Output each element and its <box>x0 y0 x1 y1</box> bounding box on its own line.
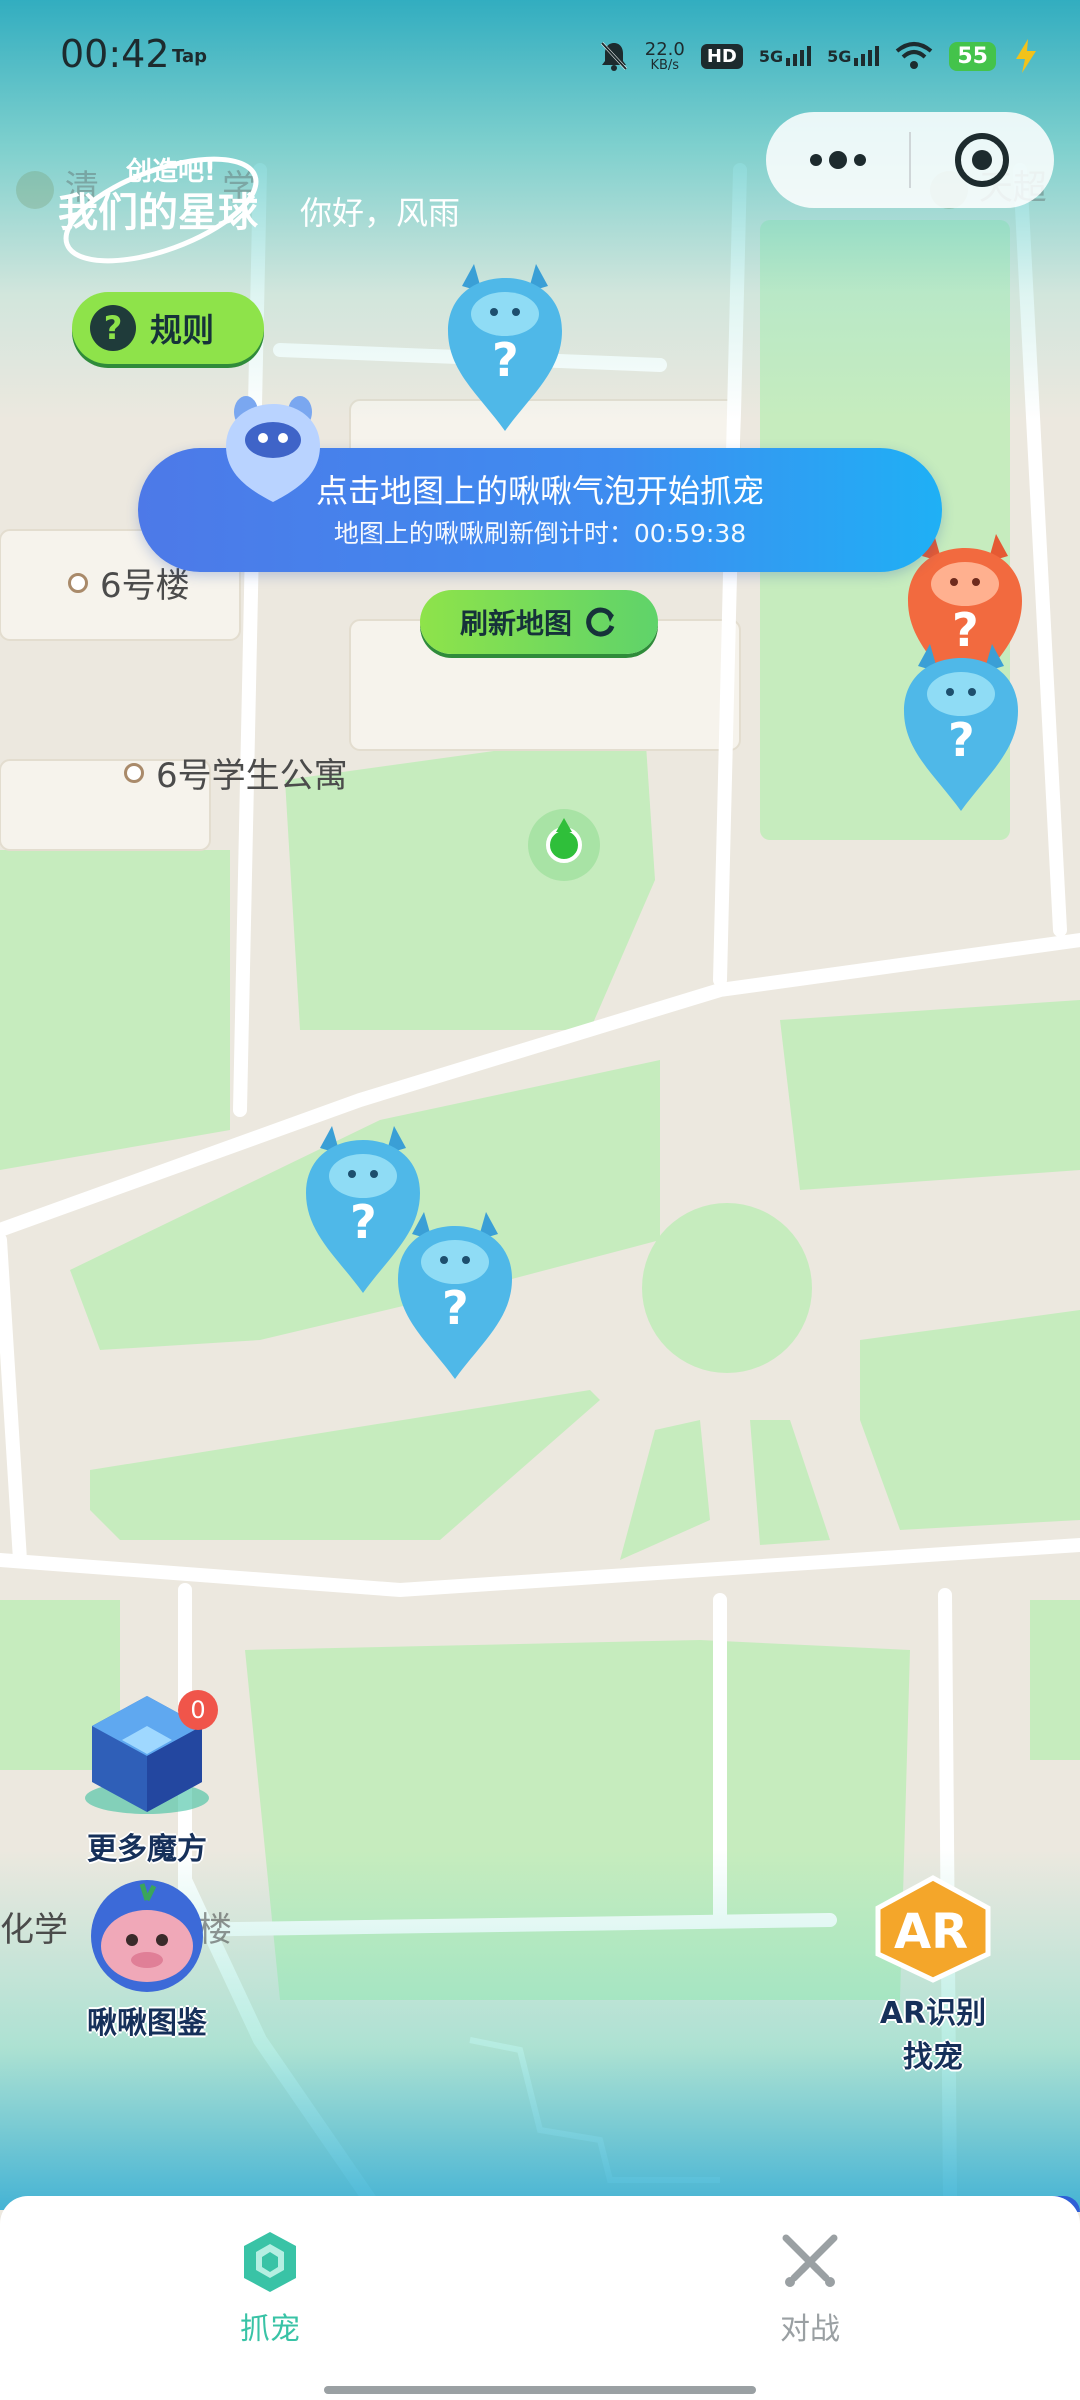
handbook-mascot-icon <box>91 1880 203 1992</box>
more-menu-button[interactable] <box>766 112 909 208</box>
ar-icon: AR <box>875 1875 991 1983</box>
tab-catch-label: 抓宠 <box>240 2312 300 2347</box>
signal-1-icon: 5G <box>758 46 812 66</box>
refresh-map-label: 刷新地图 <box>459 607 572 640</box>
cube-count-badge: 0 <box>178 1690 218 1730</box>
rules-label: 规则 <box>150 311 215 349</box>
question-icon: ? <box>90 305 136 351</box>
more-dots-icon <box>809 151 866 169</box>
status-tap-label: Tap <box>172 46 207 67</box>
status-time: 00:42 <box>60 32 170 76</box>
ar-label-2: 找宠 <box>903 2040 963 2075</box>
net-unit: KB/s <box>650 57 680 73</box>
handbook-label: 啾啾图鉴 <box>87 2006 207 2041</box>
greeting-text: 你好，风雨 <box>300 194 461 232</box>
tab-battle-label: 对战 <box>780 2312 840 2347</box>
ar-find-pet-button[interactable]: AR AR识别 找宠 <box>858 1874 1008 2076</box>
charging-bolt-icon <box>1016 39 1036 73</box>
logo-line1: 创造吧! <box>125 157 216 187</box>
monster-pin[interactable]: ? <box>390 1204 520 1384</box>
refresh-map-button[interactable]: 刷新地图 <box>420 590 658 654</box>
tab-battle[interactable]: 对战 <box>710 2230 910 2348</box>
pin-mark: ? <box>350 1195 377 1249</box>
app-logo: 创造吧! 我们的星球 <box>56 130 286 270</box>
mascot-icon <box>220 390 326 506</box>
handbook-button[interactable]: 啾啾图鉴 <box>72 1876 222 2042</box>
status-icons: 22.0 KB/s HD 5G 5G 55 <box>599 34 1040 78</box>
refresh-icon <box>586 607 615 637</box>
user-location-marker <box>528 809 600 881</box>
rules-button[interactable]: ? 规则 <box>72 292 264 364</box>
banner-countdown: 地图上的啾啾刷新倒计时：00:59:38 <box>333 519 747 548</box>
signal-2-label: 5G <box>827 47 852 66</box>
net-speed: 22.0 <box>644 38 685 60</box>
ar-badge-text: AR <box>894 1904 968 1960</box>
logo-line2: 我们的星球 <box>58 190 259 236</box>
pin-mark: ? <box>948 713 975 767</box>
signal-1-label: 5G <box>758 47 784 66</box>
more-cubes-label: 更多魔方 <box>87 1832 207 1867</box>
pin-mark: ? <box>492 333 519 387</box>
pin-mark: ? <box>442 1281 469 1335</box>
swords-icon <box>782 2234 838 2287</box>
monster-pin[interactable]: ? <box>440 256 570 436</box>
miniprogram-capsule <box>766 112 1054 208</box>
mute-bell-icon <box>600 41 627 71</box>
target-close-icon <box>955 133 1010 187</box>
map-label-chem: 化学 <box>0 1910 68 1950</box>
battery-level: 55 <box>949 41 996 71</box>
hd-badge: HD <box>700 43 743 69</box>
ar-label-1: AR识别 <box>879 1996 987 2031</box>
close-miniprogram-button[interactable] <box>911 112 1054 208</box>
tab-catch[interactable]: 抓宠 <box>170 2230 370 2348</box>
monster-pin[interactable]: ? <box>896 636 1026 816</box>
home-indicator <box>324 2386 756 2394</box>
signal-2-icon: 5G <box>827 46 880 66</box>
map-label-dorm-6: 6号学生公寓 <box>124 748 348 797</box>
more-cubes-button[interactable]: 更多魔方 0 <box>72 1690 222 1868</box>
cube-icon <box>244 2232 296 2292</box>
bottom-tab-bar: 抓宠 对战 <box>0 2196 1080 2400</box>
wifi-icon <box>896 42 933 69</box>
